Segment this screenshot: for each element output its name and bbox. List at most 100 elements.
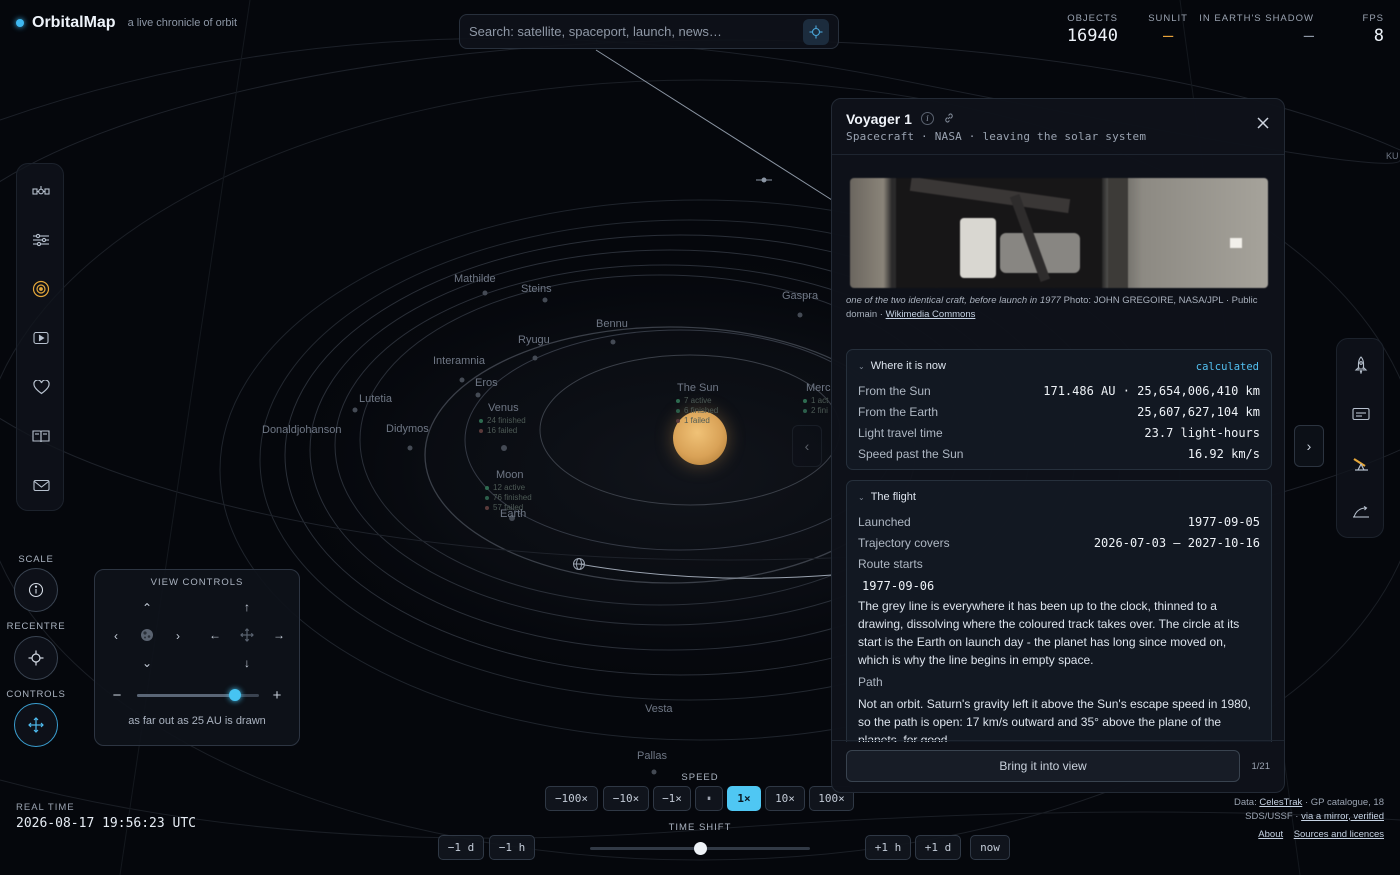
bring-into-view-button[interactable]: Bring it into view [846, 750, 1240, 782]
telescope-icon[interactable] [1349, 451, 1373, 475]
label-the-sun[interactable]: The Sun [677, 382, 719, 394]
speed-label: SPEED [681, 772, 719, 783]
path-label: Path [858, 675, 883, 689]
speed-minus-100-button[interactable]: −100× [545, 786, 598, 811]
next-arrow-button[interactable]: › [1294, 425, 1324, 467]
rocket-icon[interactable] [1349, 353, 1373, 377]
calculated-badge: calculated [1195, 361, 1259, 373]
zoom-caption: as far out as 25 AU is drawn [128, 715, 266, 727]
brand[interactable]: OrbitalMap a live chronicle of orbit [16, 14, 237, 32]
speed-minus-1-button[interactable]: −1× [653, 786, 691, 811]
label-donaldjohanson[interactable]: Donaldjohanson [262, 424, 342, 436]
photo-caption: one of the two identical craft, before l… [846, 295, 1258, 320]
label-didymos[interactable]: Didymos [386, 423, 429, 435]
label-moon[interactable]: Moon [496, 469, 524, 481]
celestrak-link[interactable]: CelesTrak [1259, 797, 1302, 808]
panel-header: Voyager 1 i Spacecraft · NASA · leaving … [832, 99, 1284, 155]
label-earth[interactable]: Earth [500, 508, 526, 520]
zoom-in-button[interactable]: + [268, 686, 286, 704]
where-card-title[interactable]: ⌄ Where it is now [858, 360, 946, 372]
data-credits: Data: CelesTrak · GP catalogue, 18 SDS/U… [1234, 797, 1384, 840]
time-shift-slider[interactable] [590, 842, 810, 855]
label-steins[interactable]: Steins [521, 283, 552, 295]
search-input[interactable] [469, 24, 803, 39]
label-mathilde[interactable]: Mathilde [454, 273, 496, 285]
target-icon[interactable] [29, 277, 53, 301]
sun-mission-stats: 7 active 6 finished 1 failed [676, 396, 718, 426]
locate-icon[interactable] [803, 18, 829, 45]
mirror-link[interactable]: via a mirror, verified [1301, 811, 1384, 822]
speed-minus-10-button[interactable]: −10× [603, 786, 649, 811]
zoom-slider[interactable] [137, 689, 259, 701]
zoom-slider-thumb[interactable] [228, 689, 241, 701]
venus-mission-stats: 24 finished 16 failed [479, 416, 526, 436]
shift-minus-1d-button[interactable]: −1 d [438, 835, 484, 860]
orbit-up-button[interactable]: ⌃ [138, 599, 156, 617]
scale-button[interactable] [14, 568, 58, 612]
sliders-icon[interactable] [29, 228, 53, 252]
flight-row: Trajectory covers 2026-07-03 – 2027-10-16 [858, 536, 1260, 550]
controls-button[interactable] [14, 703, 58, 747]
link-icon[interactable] [943, 111, 955, 129]
stat-earth-shadow: IN EARTH'S SHADOW – [1199, 13, 1314, 46]
stat-fps: FPS 8 [1362, 13, 1384, 46]
label-venus[interactable]: Venus [488, 402, 519, 414]
panel-footer: Bring it into view 1/21 [832, 740, 1284, 792]
path-description: Not an orbit. Saturn's gravity left it a… [858, 697, 1251, 742]
controls-label: CONTROLS [6, 689, 66, 700]
label-ryugu[interactable]: Ryugu [518, 334, 550, 346]
shift-plus-1h-button[interactable]: +1 h [865, 835, 911, 860]
label-vesta[interactable]: Vesta [645, 703, 673, 715]
speed-10-button[interactable]: 10× [765, 786, 805, 811]
wikimedia-link[interactable]: Wikimedia Commons [886, 309, 976, 320]
where-row: From the Sun 171.486 AU · 25,654,006,410 … [858, 384, 1260, 398]
mail-icon[interactable] [29, 473, 53, 497]
orbit-right-button[interactable]: › [169, 627, 187, 645]
label-gaspra[interactable]: Gaspra [782, 290, 818, 302]
pan-up-button[interactable]: ↑ [238, 598, 256, 616]
right-toolbar [1336, 338, 1384, 538]
close-icon[interactable] [1256, 116, 1270, 130]
flight-card-title[interactable]: ⌄ The flight [858, 491, 916, 503]
stat-objects: OBJECTS 16940 [1066, 13, 1118, 46]
pan-right-button[interactable]: → [270, 626, 288, 644]
view-controls-title: VIEW CONTROLS [150, 577, 244, 588]
recentre-label: RECENTRE [6, 621, 66, 632]
pan-down-button[interactable]: ↓ [238, 654, 256, 672]
shift-minus-1h-button[interactable]: −1 h [489, 835, 535, 860]
orbit-down-button[interactable]: ⌄ [138, 654, 156, 672]
label-lutetia[interactable]: Lutetia [359, 393, 392, 405]
about-link[interactable]: About [1258, 829, 1283, 840]
licences-link[interactable]: Sources and licences [1294, 829, 1384, 840]
scale-label: SCALE [18, 554, 54, 565]
time-shift-thumb[interactable] [694, 842, 707, 855]
label-ku[interactable]: KU [1386, 151, 1399, 161]
object-title: Voyager 1 [846, 111, 912, 127]
pan-left-button[interactable]: ← [206, 626, 224, 644]
satellite-icon[interactable] [29, 178, 53, 202]
play-icon[interactable] [29, 326, 53, 350]
shift-plus-1d-button[interactable]: +1 d [915, 835, 961, 860]
shift-now-button[interactable]: now [970, 835, 1010, 860]
speed-1-button[interactable]: 1× [727, 786, 761, 811]
label-interamnia[interactable]: Interamnia [433, 355, 485, 367]
orbit-left-button[interactable]: ‹ [107, 627, 125, 645]
flight-row: Launched 1977-09-05 [858, 515, 1260, 529]
where-card: ⌄ Where it is now calculated From the Sun… [846, 349, 1272, 470]
pause-button[interactable]: ⏸ [695, 786, 723, 811]
label-merc[interactable]: Merc [806, 382, 830, 394]
label-bennu[interactable]: Bennu [596, 318, 628, 330]
zoom-out-button[interactable]: − [108, 686, 126, 704]
heart-icon[interactable] [29, 375, 53, 399]
spacecraft-photo[interactable] [850, 178, 1268, 288]
panel-body[interactable]: one of the two identical craft, before l… [832, 156, 1284, 742]
info-icon[interactable]: i [921, 112, 934, 125]
label-eros[interactable]: Eros [475, 377, 498, 389]
previous-arrow-button[interactable]: ‹ [792, 425, 822, 467]
trajectory-icon[interactable] [1349, 500, 1373, 524]
book-icon[interactable] [29, 424, 53, 448]
label-pallas[interactable]: Pallas [637, 750, 667, 762]
card-icon[interactable] [1349, 402, 1373, 426]
where-row: From the Earth 25,607,627,104 km [858, 405, 1260, 419]
recentre-button[interactable] [14, 636, 58, 680]
